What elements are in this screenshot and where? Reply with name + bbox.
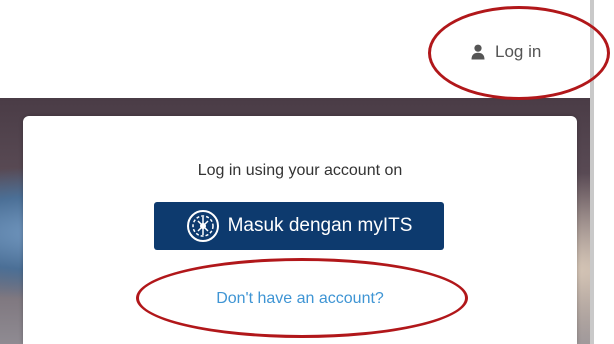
scrollbar-edge — [590, 0, 594, 344]
signup-link[interactable]: Don't have an account? — [23, 290, 577, 308]
user-icon — [471, 44, 485, 60]
myits-button-label: Masuk dengan myITS — [227, 215, 413, 236]
login-link[interactable]: Log in — [471, 38, 541, 66]
login-card-title: Log in using your account on — [197, 162, 403, 179]
myits-login-button[interactable]: Masuk dengan myITS — [154, 202, 444, 250]
its-logo-icon — [186, 209, 220, 243]
login-label: Log in — [495, 42, 542, 61]
login-card: Log in using your account on Masuk denga… — [23, 116, 577, 344]
